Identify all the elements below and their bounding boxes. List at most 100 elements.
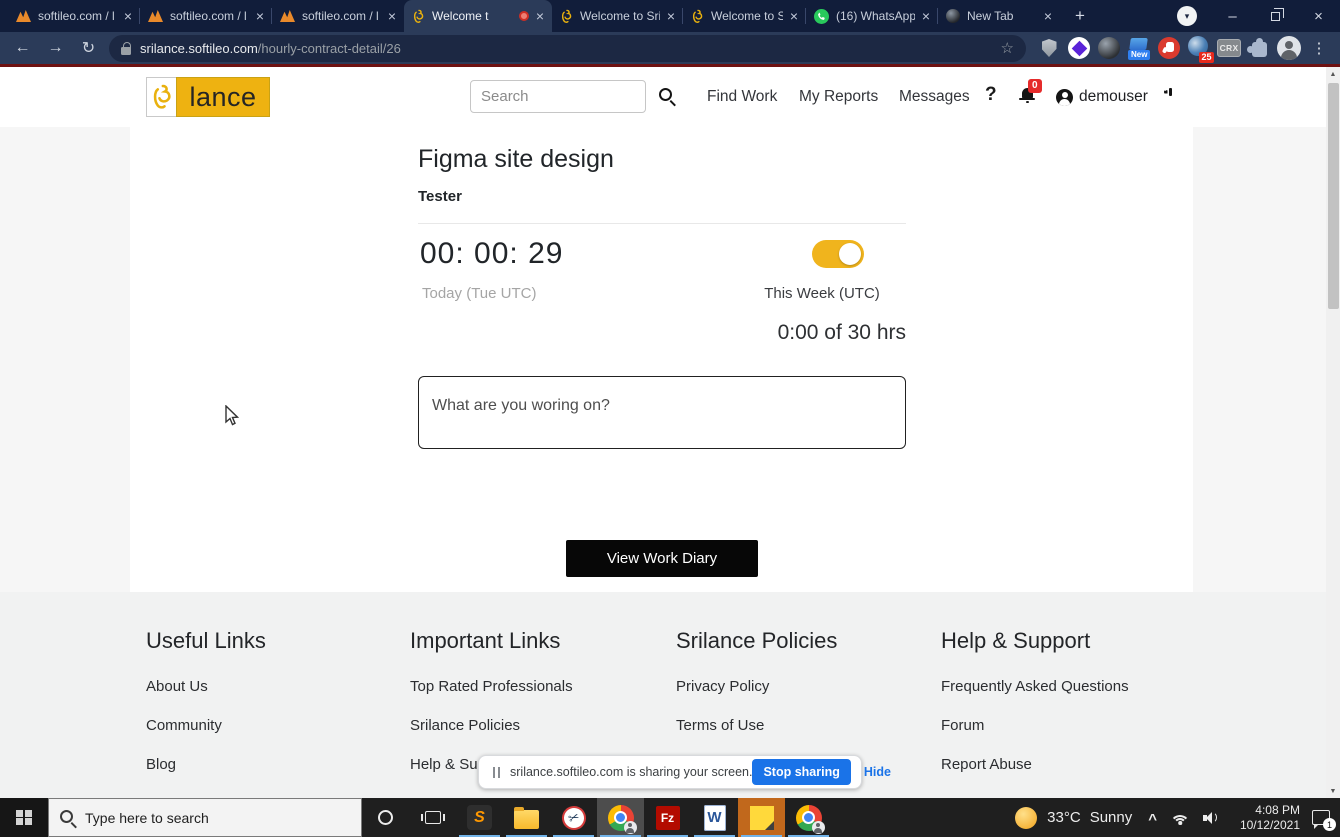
tab-title: softileo.com / l [302,9,381,23]
tab-close-icon[interactable]: × [790,9,798,23]
browser-tab[interactable]: Welcome to Sri × [683,0,806,32]
stop-sharing-button[interactable]: Stop sharing [752,759,850,785]
timer-caption: Today (Tue UTC) [422,285,536,302]
crx-extension-icon[interactable]: CRX [1214,32,1244,64]
sphere-extension-icon[interactable] [1094,32,1124,64]
footer-link[interactable]: Community [146,717,266,734]
tab-search-button[interactable]: ▾ [1177,6,1197,26]
timer-toggle[interactable] [812,240,864,268]
view-work-diary-button[interactable]: View Work Diary [566,540,758,577]
footer-link[interactable]: About Us [146,678,266,695]
close-window-button[interactable]: × [1297,0,1340,32]
sticky-note-icon [750,806,774,830]
nav-my-reports[interactable]: My Reports [799,67,878,127]
tab-close-icon[interactable]: × [388,9,396,23]
taskbar-app-explorer[interactable] [503,798,550,837]
taskbar-app-sticky-notes[interactable] [738,798,785,837]
tab-close-icon[interactable]: × [922,9,930,23]
taskbar-app-chrome-profile2[interactable] [785,798,832,837]
start-button[interactable] [0,798,48,837]
help-button[interactable]: ? [985,84,997,106]
bookmark-star-icon[interactable]: ☆ [1001,39,1014,57]
shield-extension-icon[interactable] [1034,32,1064,64]
avatar-icon [1277,36,1301,60]
back-button[interactable]: ← [6,32,39,64]
footer-link[interactable]: Top Rated Professionals [410,678,573,695]
taskbar-app-sublime[interactable]: S [456,798,503,837]
tab-close-icon[interactable]: × [256,9,264,23]
taskbar-clock[interactable]: 4:08 PM 10/12/2021 [1230,803,1300,833]
work-memo-input[interactable] [418,376,906,449]
search-input[interactable] [470,80,646,113]
srilance-logo[interactable]: lance [146,77,270,117]
task-view-icon [425,811,441,824]
footer-link[interactable]: Report Abuse [941,756,1129,773]
tab-close-icon[interactable]: × [1044,9,1052,23]
footer-link[interactable]: Terms of Use [676,717,837,734]
weather-condition[interactable]: Sunny [1090,809,1133,826]
browser-toolbar: ← → ↻ srilance.softileo.com /hourly-cont… [0,32,1340,64]
taskbar-app-word[interactable]: W [691,798,738,837]
forward-button[interactable]: → [39,32,72,64]
browser-menu-button[interactable]: ⋮ [1304,32,1334,64]
browser-tab[interactable]: softileo.com / l × [272,0,404,32]
cortana-button[interactable] [362,798,409,837]
browser-tab[interactable]: Welcome to Sri × [552,0,683,32]
footer-link[interactable]: Srilance Policies [410,717,573,734]
adblock-extension-icon[interactable] [1154,32,1184,64]
action-center-icon[interactable]: 1 [1312,810,1330,825]
footer-heading: Important Links [410,628,573,654]
newtab-favicon-icon [946,9,960,23]
new-extension-icon[interactable]: New [1124,32,1154,64]
tab-close-icon[interactable]: × [536,9,544,23]
browser-tab-active[interactable]: Welcome t × [404,0,552,32]
browser-tab[interactable]: softileo.com / l × [140,0,272,32]
scroll-down-icon[interactable]: ▼ [1326,784,1340,798]
toggle-knob [839,243,861,265]
page-scrollbar[interactable]: ▲ ▼ [1326,67,1340,798]
tab-close-icon[interactable]: × [124,9,132,23]
reload-button[interactable]: ↻ [72,32,105,64]
browser-tab[interactable]: (16) WhatsApp × [806,0,938,32]
nav-find-work[interactable]: Find Work [707,67,777,127]
tab-close-icon[interactable]: × [667,9,675,23]
hide-link[interactable]: Hide [864,765,891,779]
profile-badge-icon [624,821,637,834]
search-icon[interactable] [659,88,676,105]
wifi-icon[interactable] [1170,811,1190,825]
weather-sun-icon[interactable] [1015,807,1037,829]
browser-tab-bar: softileo.com / l × softileo.com / l × so… [0,0,1340,32]
extensions-puzzle-icon[interactable] [1244,32,1274,64]
tab-title: (16) WhatsApp [836,9,915,23]
taskbar-search[interactable] [48,798,362,837]
taskbar-app-chrome[interactable] [597,798,644,837]
scrollbar-thumb[interactable] [1328,83,1339,309]
nav-messages[interactable]: Messages [899,67,970,127]
weather-temp[interactable]: 33°C [1047,809,1081,826]
scroll-up-icon[interactable]: ▲ [1326,67,1340,81]
user-menu[interactable]: demouser [1056,67,1148,127]
taskbar-app-filezilla[interactable]: Fz [644,798,691,837]
footer-link[interactable]: Frequently Asked Questions [941,678,1129,695]
restore-button[interactable] [1254,0,1297,32]
footer-link[interactable]: Privacy Policy [676,678,837,695]
footer-column-help-support: Help & Support Frequently Asked Question… [941,628,1129,795]
footer-link[interactable]: Blog [146,756,266,773]
taskbar-app-snipping-tool[interactable]: ✂ [550,798,597,837]
minimize-button[interactable]: – [1211,0,1254,32]
new-tab-button[interactable]: + [1066,2,1094,30]
task-view-button[interactable] [409,798,456,837]
user-icon [1056,89,1073,106]
footer-link[interactable]: Forum [941,717,1129,734]
taskbar-search-input[interactable] [85,810,325,826]
recording-indicator-icon [519,11,529,21]
address-bar[interactable]: srilance.softileo.com /hourly-contract-d… [109,35,1026,62]
shield-icon [1042,39,1057,57]
purple-extension-icon[interactable] [1064,32,1094,64]
profile-avatar[interactable] [1274,32,1304,64]
browser-tab[interactable]: New Tab × [938,0,1060,32]
globe-extension-icon[interactable]: 25 [1184,32,1214,64]
browser-tab[interactable]: softileo.com / l × [8,0,140,32]
volume-icon[interactable] [1203,811,1220,825]
tray-expand-icon[interactable]: ^ [1148,811,1157,828]
